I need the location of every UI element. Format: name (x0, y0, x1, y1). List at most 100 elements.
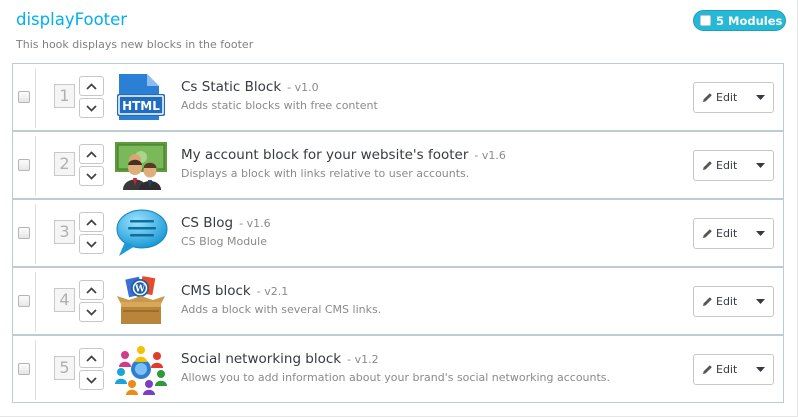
edit-button[interactable]: Edit (694, 287, 747, 316)
module-version: - v1.0 (287, 81, 319, 94)
module-checkbox[interactable] (18, 227, 30, 239)
caret-down-icon (755, 367, 765, 372)
edit-button-group: Edit (693, 218, 774, 249)
module-row: 2 My account block for your website's fo… (12, 131, 784, 199)
users-money-icon (115, 142, 167, 190)
edit-button[interactable]: Edit (694, 355, 747, 384)
move-up-button[interactable] (79, 348, 104, 368)
svg-text:HTML: HTML (122, 99, 160, 113)
edit-button[interactable]: Edit (694, 83, 747, 112)
edit-button-group: Edit (693, 286, 774, 317)
row-divider (35, 340, 36, 400)
module-version: - v1.6 (239, 217, 271, 230)
module-name: CS Blog - v1.6 (181, 215, 271, 231)
module-checkbox[interactable] (18, 363, 30, 375)
module-title: My account block for your website's foot… (181, 147, 469, 163)
caret-down-icon (755, 95, 765, 100)
edit-label: Edit (716, 91, 738, 104)
move-up-button[interactable] (79, 76, 104, 96)
module-description: CS Blog Module (181, 235, 267, 248)
chevron-down-icon (86, 172, 97, 180)
pencil-icon (703, 365, 712, 374)
module-name: CMS block - v2.1 (181, 283, 288, 299)
module-name: Cs Static Block - v1.0 (181, 79, 319, 95)
module-list: 1 HTML Cs Static Block - v1.0 Adds static… (12, 63, 784, 403)
move-up-button[interactable] (79, 280, 104, 300)
module-title: CMS block (181, 283, 251, 299)
move-up-button[interactable] (79, 144, 104, 164)
module-title: CS Blog (181, 215, 234, 231)
chevron-down-icon (86, 376, 97, 384)
row-divider (35, 136, 36, 196)
module-name: My account block for your website's foot… (181, 147, 506, 163)
module-description: Adds static blocks with free content (181, 99, 378, 112)
position-number: 2 (54, 152, 75, 176)
caret-down-icon (755, 231, 765, 236)
edit-button[interactable]: Edit (694, 151, 747, 180)
html-file-icon: HTML (117, 74, 165, 120)
row-divider (35, 68, 36, 128)
module-row: 5 Social networking block - v1.2 Allows … (12, 335, 784, 403)
module-checkbox[interactable] (18, 295, 30, 307)
move-down-button[interactable] (79, 370, 104, 390)
module-name: Social networking block - v1.2 (181, 351, 379, 367)
move-down-button[interactable] (79, 234, 104, 254)
chevron-up-icon (86, 218, 97, 226)
row-divider (35, 272, 36, 332)
edit-dropdown-toggle[interactable] (747, 151, 773, 180)
move-down-button[interactable] (79, 302, 104, 322)
edit-label: Edit (716, 227, 738, 240)
module-version: - v2.1 (256, 285, 289, 298)
select-all-checkbox[interactable] (700, 15, 711, 26)
chevron-up-icon (86, 82, 97, 90)
chevron-up-icon (86, 150, 97, 158)
cms-box-icon: W (117, 276, 165, 324)
caret-down-icon (755, 299, 765, 304)
module-row: 1 HTML Cs Static Block - v1.0 Adds static… (12, 63, 784, 131)
pencil-icon (703, 161, 712, 170)
edit-label: Edit (716, 159, 738, 172)
move-up-button[interactable] (79, 212, 104, 232)
module-checkbox[interactable] (18, 91, 30, 103)
module-row: 4 W CMS block - v2.1 Adds a block with s… (12, 267, 784, 335)
edit-label: Edit (716, 295, 738, 308)
position-number: 5 (54, 356, 75, 380)
pencil-icon (703, 229, 712, 238)
modules-count-label: 5 Modules (716, 13, 783, 28)
chevron-up-icon (86, 354, 97, 362)
pencil-icon (703, 297, 712, 306)
edit-dropdown-toggle[interactable] (747, 355, 773, 384)
chevron-down-icon (86, 240, 97, 248)
position-number: 3 (54, 220, 75, 244)
edit-button-group: Edit (693, 150, 774, 181)
module-version: - v1.2 (347, 353, 379, 366)
module-row: 3 CS Blog - v1.6 CS Blog Module Edit (12, 199, 784, 267)
social-people-icon (115, 346, 167, 395)
speech-bubble-icon (116, 209, 168, 256)
chevron-down-icon (86, 308, 97, 316)
module-title: Social networking block (181, 351, 342, 367)
pencil-icon (703, 93, 712, 102)
caret-down-icon (755, 163, 765, 168)
hook-description: This hook displays new blocks in the foo… (16, 38, 254, 51)
hook-title: displayFooter (16, 10, 128, 29)
move-down-button[interactable] (79, 98, 104, 118)
module-title: Cs Static Block (181, 79, 282, 95)
move-down-button[interactable] (79, 166, 104, 186)
module-description: Displays a block with links relative to … (181, 167, 470, 180)
edit-dropdown-toggle[interactable] (747, 83, 773, 112)
hook-panel: displayFooter This hook displays new blo… (0, 0, 798, 417)
edit-label: Edit (716, 363, 738, 376)
module-checkbox[interactable] (18, 159, 30, 171)
modules-count-badge[interactable]: 5 Modules (693, 10, 786, 31)
edit-button-group: Edit (693, 82, 774, 113)
position-number: 1 (54, 84, 75, 108)
position-number: 4 (54, 288, 75, 312)
edit-dropdown-toggle[interactable] (747, 219, 773, 248)
chevron-up-icon (86, 286, 97, 294)
chevron-down-icon (86, 104, 97, 112)
edit-dropdown-toggle[interactable] (747, 287, 773, 316)
module-version: - v1.6 (474, 149, 506, 162)
edit-button[interactable]: Edit (694, 219, 747, 248)
module-description: Adds a block with several CMS links. (181, 303, 382, 316)
